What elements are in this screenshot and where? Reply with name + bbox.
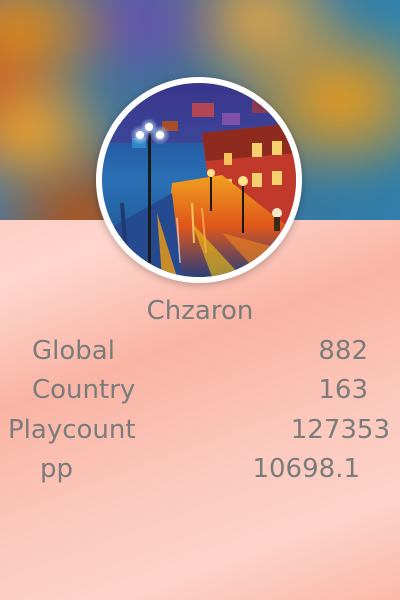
stat-label-global: Global [32,336,115,366]
stat-value-pp: 10698.1 [252,454,360,484]
avatar[interactable] [102,83,296,277]
stat-value-playcount: 127353 [290,415,390,445]
profile-card: Chzaron Global 882 Country 163 Playcount… [0,0,400,600]
username: Chzaron [146,296,254,326]
stat-value-global: 882 [318,336,368,366]
avatar-painting-image [102,83,296,277]
stat-label-playcount: Playcount [8,415,136,445]
stat-label-pp: pp [40,454,74,484]
stat-value-country: 163 [318,375,368,405]
stat-label-country: Country [32,375,136,405]
